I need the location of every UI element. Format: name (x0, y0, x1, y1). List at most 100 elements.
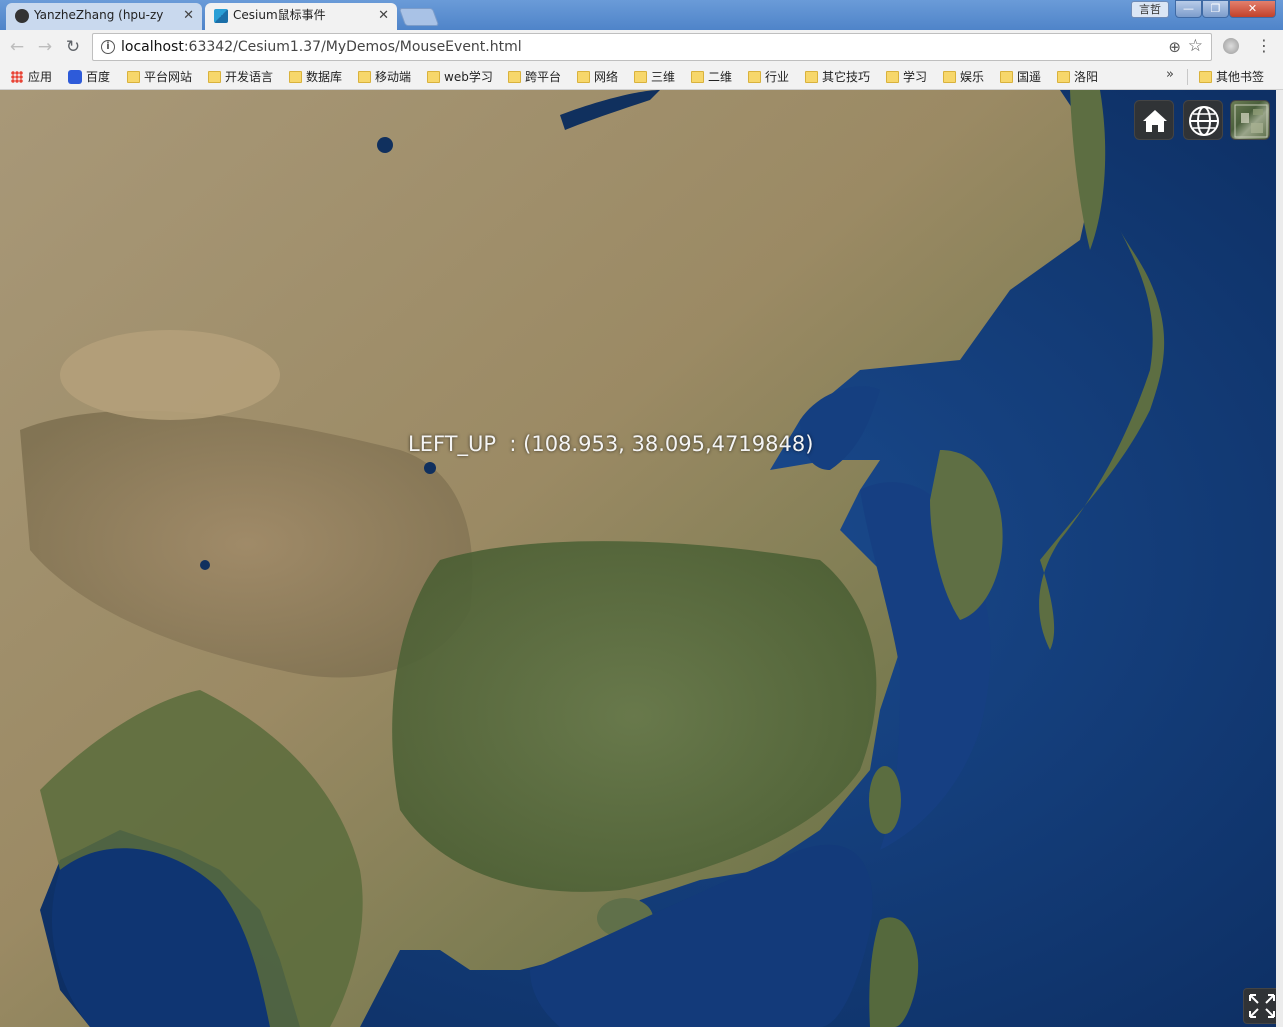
bookmark-folder[interactable]: 行业 (747, 68, 789, 86)
mouse-coordinate-label: LEFT_UP : (108.953, 38.095,4719848) (408, 432, 814, 456)
home-button[interactable] (1134, 100, 1174, 140)
browser-title-bar: YanzheZhang (hpu-zy ✕ Cesium鼠标事件 ✕ 言哲 — … (0, 0, 1283, 30)
cesium-viewer[interactable]: LEFT_UP : (108.953, 38.095,4719848) (0, 90, 1283, 1027)
bookmark-folder[interactable]: web学习 (426, 68, 493, 86)
tab-cesium-mouse-event[interactable]: Cesium鼠标事件 ✕ (205, 3, 397, 30)
menu-icon[interactable]: ⋮ (1256, 36, 1272, 55)
url-text[interactable]: localhost:63342/Cesium1.37/MyDemos/Mouse… (121, 39, 522, 55)
bookmark-label: web学习 (444, 70, 493, 84)
folder-icon (1000, 71, 1013, 83)
bookmark-label: 学习 (903, 70, 928, 84)
scrollbar-strip (1276, 90, 1283, 1027)
folder-icon (127, 71, 140, 83)
bookmark-separator (1187, 69, 1188, 85)
bookmark-label: 平台网站 (144, 70, 193, 84)
bookmark-folder[interactable]: 洛阳 (1056, 68, 1098, 86)
taklamakan-desert (60, 330, 280, 420)
base-layer-picker-button[interactable] (1230, 100, 1270, 140)
back-button[interactable]: ← (6, 36, 28, 58)
bookmark-folder[interactable]: 三维 (633, 68, 675, 86)
folder-icon (577, 71, 590, 83)
bookmark-star-icon[interactable]: ☆ (1188, 36, 1203, 56)
close-icon[interactable]: ✕ (378, 3, 389, 28)
bookmark-label: 三维 (651, 70, 676, 84)
bookmark-label: 其他书签 (1216, 70, 1265, 84)
bookmark-folder[interactable]: 数据库 (288, 68, 342, 86)
bookmark-folder[interactable]: 其它技巧 (804, 68, 870, 86)
forward-button[interactable]: → (34, 36, 56, 58)
bookmark-label: 其它技巧 (822, 70, 871, 84)
folder-icon (634, 71, 647, 83)
tab-title: Cesium鼠标事件 (233, 8, 326, 22)
bookmarks-bar: 应用 百度 平台网站 开发语言 数据库 移动端 web学习 跨平台 网络 三维 … (0, 64, 1283, 90)
bookmark-label: 开发语言 (225, 70, 274, 84)
folder-icon (427, 71, 440, 83)
bookmark-folder[interactable]: 跨平台 (507, 68, 561, 86)
bookmark-label: 百度 (86, 70, 111, 84)
folder-icon (208, 71, 221, 83)
folder-icon (943, 71, 956, 83)
new-tab-button[interactable] (398, 8, 440, 26)
minimize-button[interactable]: — (1175, 0, 1202, 18)
cesium-icon (214, 9, 228, 23)
bookmark-label: 洛阳 (1074, 70, 1099, 84)
tab-github[interactable]: YanzheZhang (hpu-zy ✕ (6, 3, 202, 30)
lake (377, 137, 393, 153)
folder-icon (358, 71, 371, 83)
window-close-button[interactable]: ✕ (1229, 0, 1276, 18)
tab-title: YanzheZhang (hpu-zy (34, 8, 164, 22)
bookmark-label: 网络 (594, 70, 619, 84)
baidu-icon (68, 70, 82, 84)
home-icon (1143, 110, 1167, 132)
bookmark-folder[interactable]: 娱乐 (942, 68, 984, 86)
browser-toolbar: ← → ↻ i localhost:63342/Cesium1.37/MyDem… (0, 30, 1283, 64)
lake (424, 462, 436, 474)
bookmark-label: 行业 (765, 70, 790, 84)
extension-icon[interactable] (1223, 38, 1239, 54)
info-icon[interactable]: i (101, 40, 115, 54)
bookmark-other-folder[interactable]: 其他书签 (1198, 68, 1264, 86)
taiwan-island (869, 766, 901, 834)
bookmark-label: 娱乐 (960, 70, 985, 84)
bookmark-folder[interactable]: 国遥 (999, 68, 1041, 86)
bookmark-folder[interactable]: 网络 (576, 68, 618, 86)
bookmark-label: 二维 (708, 70, 733, 84)
github-icon (15, 9, 29, 23)
fullscreen-icon (1249, 994, 1275, 1018)
base-layer-picker-icon (1234, 104, 1268, 138)
zoom-icon[interactable]: ⊕ (1168, 38, 1181, 56)
bookmark-folder[interactable]: 平台网站 (126, 68, 192, 86)
more-bookmarks-chevron-icon[interactable]: » (1166, 67, 1174, 82)
folder-icon (691, 71, 704, 83)
folder-icon (748, 71, 761, 83)
url-path: :63342/Cesium1.37/MyDemos/MouseEvent.htm… (183, 39, 522, 55)
bookmark-folder[interactable]: 移动端 (357, 68, 411, 86)
globe-satellite-imagery[interactable] (0, 90, 1283, 1027)
bookmark-label: 移动端 (375, 70, 412, 84)
user-profile-badge[interactable]: 言哲 (1131, 1, 1169, 18)
globe-icon (1189, 106, 1219, 136)
bookmark-folder[interactable]: 二维 (690, 68, 732, 86)
close-icon[interactable]: ✕ (183, 3, 194, 28)
bookmark-label: 跨平台 (525, 70, 562, 84)
bookmark-folder[interactable]: 学习 (885, 68, 927, 86)
bookmark-label: 数据库 (306, 70, 343, 84)
folder-icon (289, 71, 302, 83)
folder-icon (1057, 71, 1070, 83)
address-bar[interactable]: i localhost:63342/Cesium1.37/MyDemos/Mou… (92, 33, 1212, 61)
url-host: localhost (121, 39, 184, 55)
reload-button[interactable]: ↻ (62, 36, 84, 58)
scene-mode-button[interactable] (1183, 100, 1223, 140)
bookmark-baidu[interactable]: 百度 (68, 68, 110, 86)
folder-icon (508, 71, 521, 83)
bookmark-apps[interactable]: 应用 (10, 68, 52, 86)
lake (200, 560, 210, 570)
bookmark-label: 国遥 (1017, 70, 1042, 84)
bookmark-label: 应用 (28, 70, 53, 84)
folder-icon (1199, 71, 1212, 83)
apps-grid-icon (11, 71, 23, 83)
folder-icon (805, 71, 818, 83)
bookmark-folder[interactable]: 开发语言 (207, 68, 273, 86)
maximize-button[interactable]: ❐ (1202, 0, 1229, 18)
folder-icon (886, 71, 899, 83)
